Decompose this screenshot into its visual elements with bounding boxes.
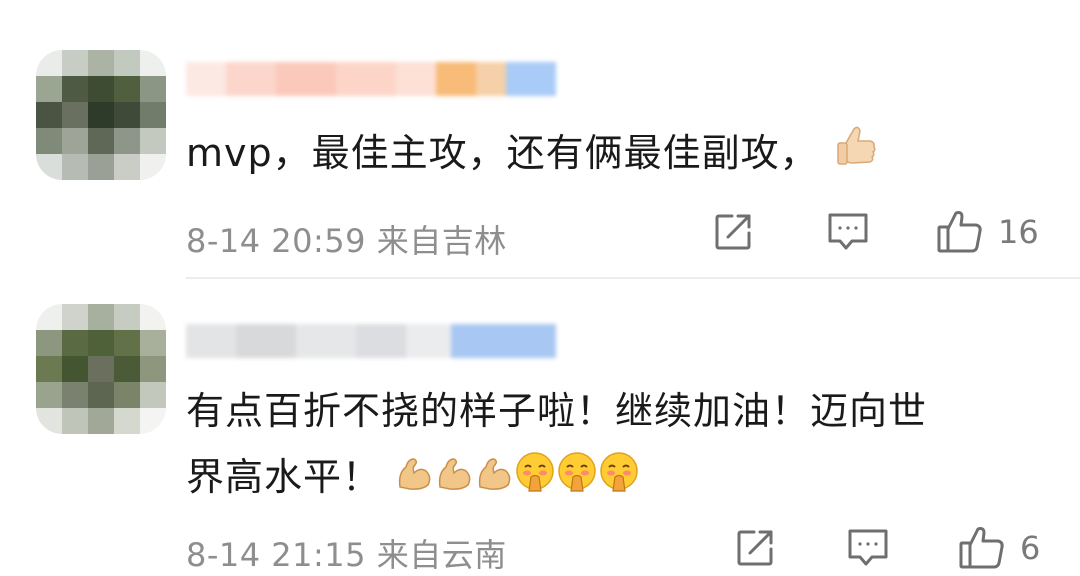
like-button[interactable]: 16 [936,210,1039,254]
shushing-face-icon [556,447,598,513]
comment-button[interactable] [846,526,890,570]
like-button[interactable]: 6 [958,526,1040,570]
comment-text: mvp，最佳主攻，还有俩最佳副攻， [186,120,1010,189]
comment-button[interactable] [826,210,870,254]
comment-icon [848,529,888,566]
shushing-face-icon [514,447,556,513]
share-button[interactable] [712,210,754,254]
comment-text: 有点百折不挠的样子啦！继续加油！迈向世 界高水平！ [186,378,1010,513]
thumbs-up-emoji-icon [832,123,878,189]
comment-text-line: 界高水平！ [186,444,1010,513]
flexed-biceps-icon [474,447,514,513]
share-button[interactable] [734,526,776,570]
comment-item: 有点百折不挠的样子啦！继续加油！迈向世 界高水平！ 8-14 21:15 来自云… [0,280,1080,576]
thumbs-up-icon [959,527,1004,569]
comment-icon [828,213,868,250]
flexed-biceps-icon [394,447,434,513]
flexed-biceps-icon [434,447,474,513]
divider [186,277,1080,279]
comment-item: mvp，最佳主攻，还有俩最佳副攻， 8-14 20:59 来自吉林 16 [0,0,1080,278]
comment-meta: 8-14 20:59 来自吉林 16 [186,208,1080,260]
username-blurred[interactable] [186,320,556,362]
share-icon [737,530,773,566]
comment-meta: 8-14 21:15 来自云南 6 [186,526,1080,576]
username-blurred[interactable] [186,58,556,100]
avatar[interactable] [36,50,166,180]
shushing-face-icon [598,447,640,513]
comment-text-line: 有点百折不挠的样子啦！继续加油！迈向世 [186,389,928,433]
share-icon [715,214,751,250]
like-count: 6 [1020,529,1041,567]
comment-timestamp: 8-14 20:59 来自吉林 [186,222,507,260]
like-count: 16 [998,213,1039,251]
avatar[interactable] [36,304,166,434]
comment-timestamp: 8-14 21:15 来自云南 [186,536,507,574]
thumbs-up-icon [937,211,982,253]
